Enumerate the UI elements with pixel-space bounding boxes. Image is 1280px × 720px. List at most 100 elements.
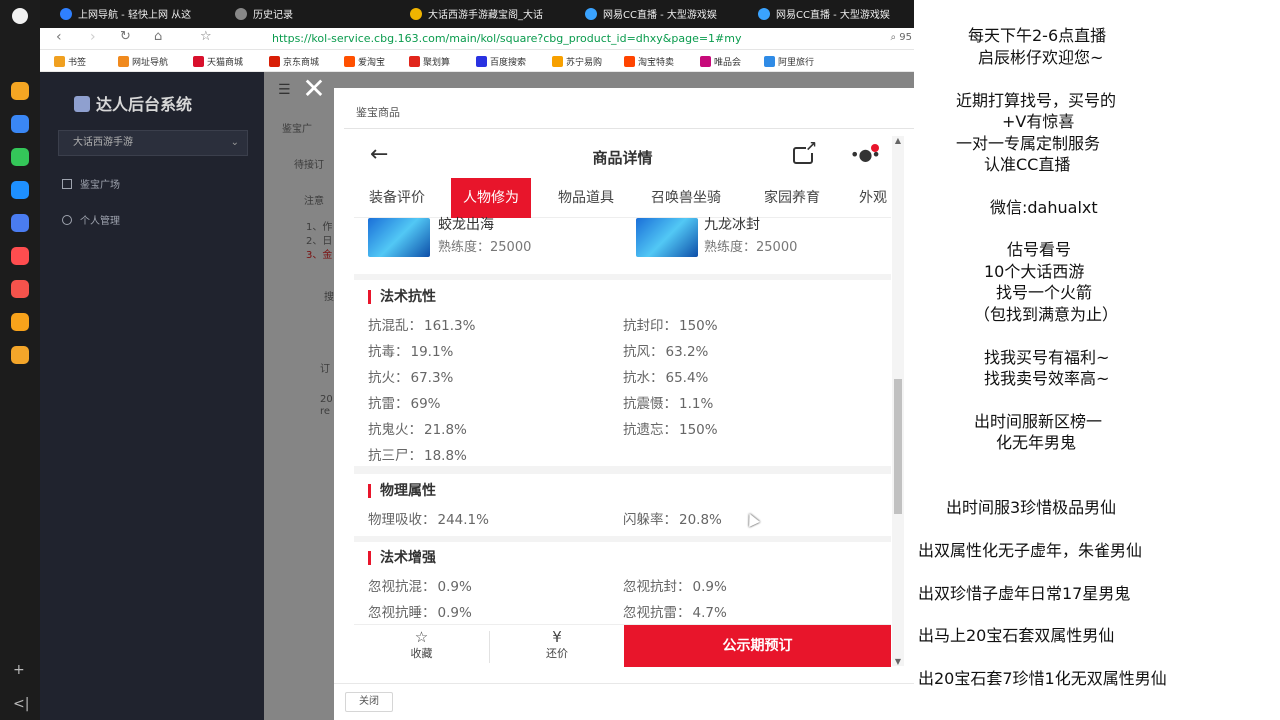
sidebar-app-icon[interactable] [11,82,29,100]
browser-tab[interactable]: 大话西游手游藏宝阁_大话 [410,6,575,28]
chevron-down-icon: ⌄ [230,137,239,148]
search-icon[interactable]: ⌕ 95 [890,32,912,43]
add-icon[interactable]: + [13,662,25,678]
bookmark-label: 京东商城 [283,58,320,68]
close-button[interactable]: 关闭 [345,692,393,712]
price-tag-icon: ¥ [552,628,562,646]
scrollbar-thumb[interactable] [894,379,902,514]
scroll-down-icon[interactable]: ▼ [892,657,904,666]
star-icon[interactable]: ☆ [200,29,212,44]
sidebar-app-icon[interactable] [11,214,29,232]
background-text: 1、作 [306,222,333,233]
bookmark-item[interactable]: 京东商城 [269,55,319,68]
skill-icon [368,218,430,257]
browser-tab[interactable]: 历史记录 [235,6,395,28]
bookmark-label: 百度搜索 [490,58,527,68]
browser-tab[interactable]: 网易CC直播 - 大型游戏娱 [585,6,745,28]
attr-item: 抗鬼火： 21.8% [368,418,467,438]
bargain-button[interactable]: ¥ 还价 [490,625,624,667]
panel-line: 启辰彬仔欢迎您~ [978,48,1104,67]
bookmark-label: 书签 [68,58,87,68]
attr-label: 抗遗忘： [623,422,677,438]
sidebar-app-icon[interactable] [11,280,29,298]
bookmark-item[interactable]: 聚划算 [409,55,450,68]
share-icon[interactable]: ↗ [793,140,817,164]
nav-item-square[interactable]: 鉴宝广场 [62,176,120,191]
attr-item: 抗遗忘： 150% [623,418,718,438]
nav-label: 个人管理 [80,216,120,227]
mobile-tabs: 装备评价 人物修为 物品道具 召唤兽坐骑 家园养育 外观 [354,178,891,218]
sidebar-app-icon[interactable] [11,346,29,364]
skill-proficiency-value: 25000 [756,240,798,255]
bookmark-label: 苏宁易购 [566,58,603,68]
bookmark-item[interactable]: 爱淘宝 [344,55,385,68]
close-icon[interactable]: ✕ [299,75,329,103]
nav-label: 鉴宝广场 [80,180,120,191]
bookmark-item[interactable]: 书签 [54,55,86,68]
attr-value: 63.2% [665,344,709,360]
sidebar-app-icon[interactable] [11,313,29,331]
panel-line: 估号看号 [1007,240,1072,259]
attr-item: 抗雷： 69% [368,392,441,412]
panel-line: 出双珍惜子虚年日常17星男鬼 [918,584,1131,603]
bookmark-item[interactable]: 唯品会 [700,55,741,68]
nav-item-personal[interactable]: 个人管理 [62,212,120,227]
bookmark-item[interactable]: 淘宝特卖 [624,55,674,68]
bookmark-icon [409,56,420,67]
home-icon[interactable]: ⌂ [154,29,162,44]
collapse-icon[interactable]: <| [13,696,29,712]
game-select-value: 大话西游手游 [73,137,133,148]
bookmark-icon [476,56,487,67]
browser-tab[interactable]: 上网导航 - 轻快上网 从这 [60,6,230,28]
background-tab: 待接订 [294,160,324,171]
back-icon[interactable]: ‹ [56,29,62,45]
bookmark-icon [344,56,355,67]
scrollbar[interactable]: ▲ ▼ [892,136,904,666]
game-select[interactable]: 大话西游手游 ⌄ [58,130,248,156]
menu-icon[interactable]: ☰ [278,82,291,98]
panel-line: 微信:dahualxt [990,198,1098,217]
bookmark-item[interactable]: 百度搜索 [476,55,526,68]
panel-line: 找我卖号效率高~ [984,369,1110,388]
skill-name: 九龙冰封 [704,217,760,233]
bookmark-item[interactable]: 天猫商城 [193,55,243,68]
panel-line: +V有惊喜 [1002,112,1075,131]
forward-icon[interactable]: › [90,29,96,45]
skill-proficiency: 熟练度：25000 [438,236,531,255]
browser-tab[interactable]: 网易CC直播 - 大型游戏娱 [758,6,913,28]
bookmarks-bar: 书签 网址导航 天猫商城 京东商城 爱淘宝 聚划算 百度搜索 苏宁易购 淘宝特卖… [40,51,914,72]
bookmark-item[interactable]: 苏宁易购 [552,55,602,68]
tab-equipment-rating[interactable]: 装备评价 [369,178,425,218]
bookmark-item[interactable]: 网址导航 [118,55,168,68]
collect-button[interactable]: ☆ 收藏 [354,625,489,667]
divider [334,683,914,684]
scroll-up-icon[interactable]: ▲ [892,136,904,145]
sidebar-app-icon[interactable] [11,181,29,199]
preorder-button[interactable]: 公示期预订 [624,625,891,667]
tab-favicon-icon [410,8,422,20]
attr-value: 150% [679,318,718,334]
bookmark-item[interactable]: 阿里旅行 [764,55,814,68]
attr-value: 21.8% [424,422,467,438]
tab-label: 上网导航 - 轻快上网 从这 [78,10,192,21]
skill-proficiency-label: 熟练度： [438,240,491,255]
reload-icon[interactable]: ↻ [120,29,131,44]
attr-label: 忽视抗睡： [368,605,436,621]
dashboard-sidebar: 达人后台系统 大话西游手游 ⌄ 鉴宝广场 个人管理 [40,72,264,720]
sidebar-app-icon[interactable] [11,115,29,133]
sidebar-app-icon[interactable] [11,247,29,265]
attr-label: 抗封印： [623,318,677,334]
tab-items[interactable]: 物品道具 [558,178,614,218]
browser-logo-icon[interactable] [12,8,28,24]
tab-character-cultivation[interactable]: 人物修为 [451,178,531,218]
tab-home[interactable]: 家园养育 [764,178,820,218]
bookmark-icon [193,56,204,67]
tab-appearance[interactable]: 外观 [859,178,887,218]
tab-pets-mounts[interactable]: 召唤兽坐骑 [651,178,721,218]
sidebar-app-icon[interactable] [11,148,29,166]
section-title: 法术增强 [368,551,436,565]
url-input[interactable]: https://kol-service.cbg.163.com/main/kol… [272,32,742,45]
dashboard-title-text: 达人后台系统 [96,95,193,114]
background-text: re [320,406,331,417]
attr-value: 0.9% [437,579,472,595]
